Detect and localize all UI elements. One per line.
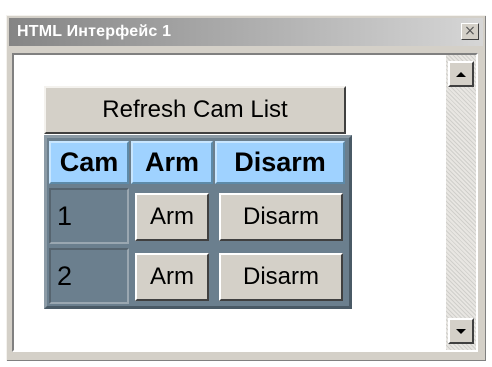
header-arm: Arm xyxy=(131,141,213,184)
scroll-down-button[interactable] xyxy=(448,318,474,344)
refresh-cam-list-button[interactable]: Refresh Cam List xyxy=(44,86,346,134)
vertical-scrollbar[interactable] xyxy=(446,55,476,350)
scroll-up-arrow-icon xyxy=(456,71,466,77)
arm-button-cam-2[interactable]: Arm xyxy=(135,253,209,301)
close-button[interactable]: × xyxy=(461,23,479,40)
html-interface-window: HTML Интерфейс 1 × Refresh Cam List Cam … xyxy=(6,15,486,361)
cam-table: Cam Arm Disarm 1 Arm Disarm 2 Arm Disarm xyxy=(44,135,352,309)
cam-number-2: 2 xyxy=(49,248,129,304)
window-title: HTML Интерфейс 1 xyxy=(17,23,172,40)
client-area: Refresh Cam List Cam Arm Disarm 1 Arm Di… xyxy=(12,53,478,352)
scroll-up-button[interactable] xyxy=(448,61,474,87)
header-disarm: Disarm xyxy=(215,141,345,184)
close-icon: × xyxy=(464,23,476,39)
disarm-button-cam-1[interactable]: Disarm xyxy=(219,193,343,241)
header-cam: Cam xyxy=(49,141,129,184)
content-pane: Refresh Cam List Cam Arm Disarm 1 Arm Di… xyxy=(14,55,446,350)
scroll-down-arrow-icon xyxy=(456,328,466,334)
arm-button-cam-1[interactable]: Arm xyxy=(135,193,209,241)
disarm-button-cam-2[interactable]: Disarm xyxy=(219,253,343,301)
title-bar[interactable]: HTML Интерфейс 1 × xyxy=(9,18,483,46)
cam-number-1: 1 xyxy=(49,188,129,244)
